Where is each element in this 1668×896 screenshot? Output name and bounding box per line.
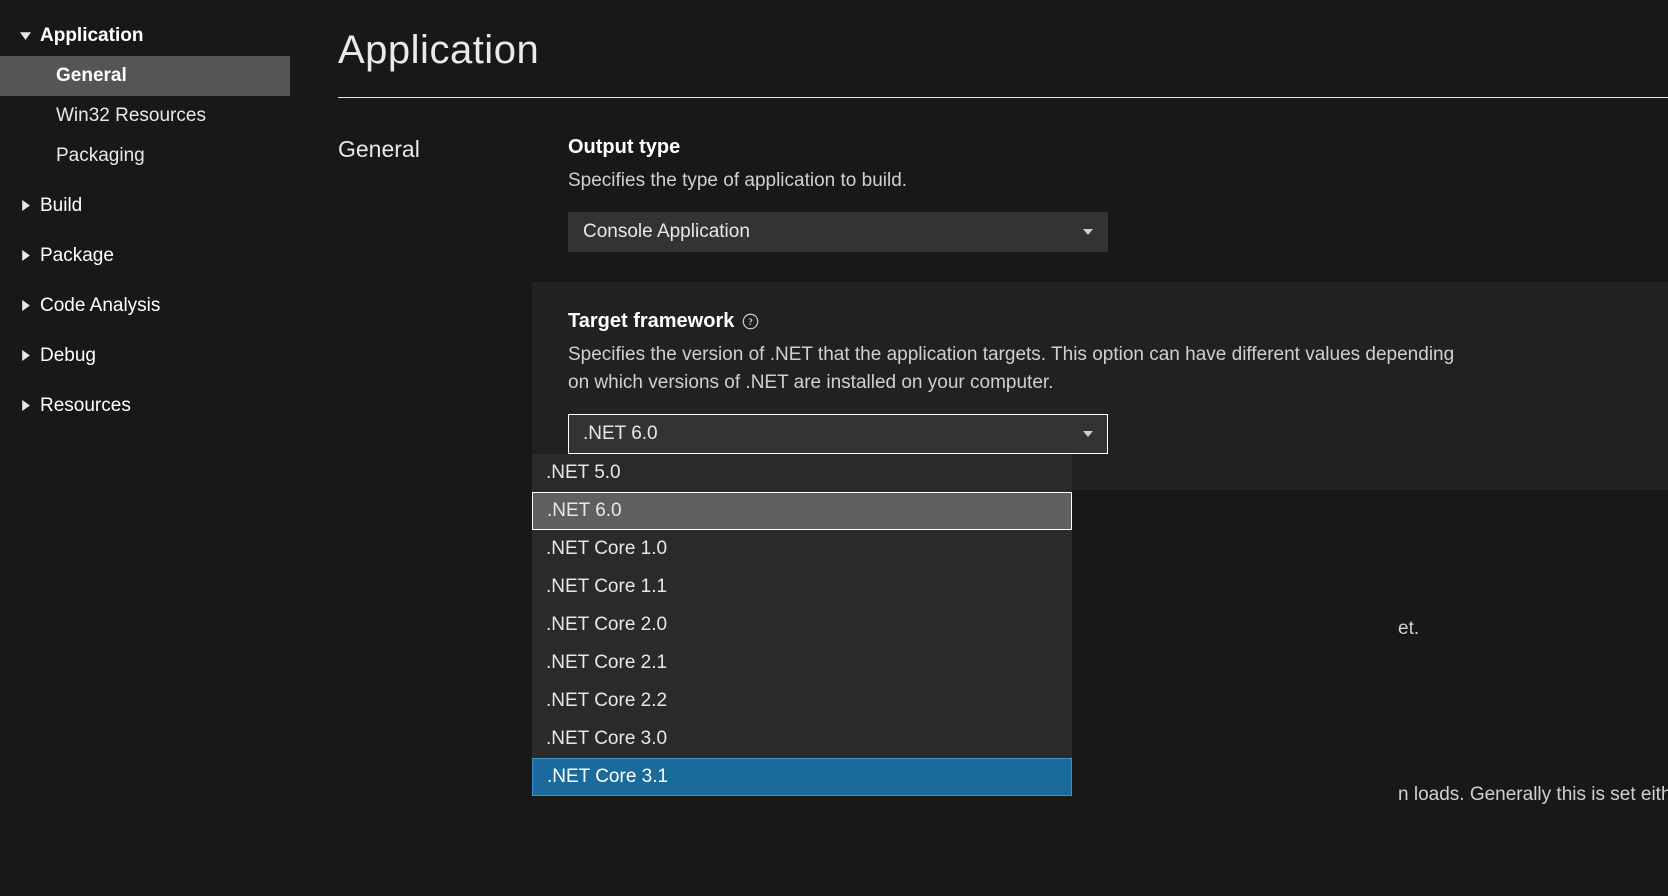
framework-option[interactable]: .NET 6.0 bbox=[532, 492, 1072, 530]
field-title: Output type bbox=[568, 136, 1668, 159]
chevron-right-icon bbox=[20, 245, 36, 267]
field-desc: Specifies the version of .NET that the a… bbox=[568, 341, 1468, 398]
sidebar-item-packaging[interactable]: Packaging bbox=[0, 136, 290, 176]
nav-group-debug[interactable]: Debug bbox=[0, 336, 290, 376]
field-title: Target framework ? bbox=[568, 310, 1632, 333]
obscured-text-fragment: n loads. Generally this is set either to bbox=[1398, 784, 1668, 806]
nav-item-label: Debug bbox=[40, 345, 96, 367]
nav-item-label: Package bbox=[40, 245, 114, 267]
framework-option[interactable]: .NET Core 2.0 bbox=[532, 606, 1072, 644]
chevron-right-icon bbox=[20, 345, 36, 367]
nav-group-package[interactable]: Package bbox=[0, 236, 290, 276]
page-title: Application bbox=[338, 28, 1668, 73]
svg-text:?: ? bbox=[749, 317, 754, 327]
sidebar-item-label: General bbox=[56, 65, 127, 87]
chevron-right-icon bbox=[20, 395, 36, 417]
nav-item-label: Resources bbox=[40, 395, 131, 417]
chevron-right-icon bbox=[20, 295, 36, 317]
sidebar-item-win32-resources[interactable]: Win32 Resources bbox=[0, 96, 290, 136]
nav-item-label: Code Analysis bbox=[40, 295, 160, 317]
sidebar-item-label: Win32 Resources bbox=[56, 105, 206, 127]
sidebar-item-general[interactable]: General bbox=[0, 56, 290, 96]
target-framework-select[interactable]: .NET 6.0 bbox=[568, 414, 1108, 454]
chevron-down-icon bbox=[1083, 423, 1093, 445]
nav-group-code-analysis[interactable]: Code Analysis bbox=[0, 286, 290, 326]
nav-group-application[interactable]: Application bbox=[0, 16, 290, 56]
field-title-text: Target framework bbox=[568, 310, 734, 333]
output-type-value: Console Application bbox=[583, 221, 750, 243]
divider bbox=[338, 97, 1668, 98]
field-target-framework: Target framework ? Specifies the version… bbox=[532, 282, 1668, 490]
field-output-type: Output type Specifies the type of applic… bbox=[568, 136, 1668, 252]
framework-option[interactable]: .NET Core 2.1 bbox=[532, 644, 1072, 682]
framework-option[interactable]: .NET 5.0 bbox=[532, 454, 1072, 492]
target-framework-value: .NET 6.0 bbox=[583, 423, 658, 445]
field-desc: Specifies the type of application to bui… bbox=[568, 167, 1468, 196]
chevron-down-icon bbox=[1083, 221, 1093, 243]
framework-option[interactable]: .NET Core 2.2 bbox=[532, 682, 1072, 720]
nav-item-label: Build bbox=[40, 195, 82, 217]
obscured-text-fragment: et. bbox=[1398, 618, 1419, 640]
chevron-right-icon bbox=[20, 195, 36, 217]
chevron-down-icon bbox=[20, 25, 36, 47]
target-framework-listbox[interactable]: .NET 5.0.NET 6.0.NET Core 1.0.NET Core 1… bbox=[532, 454, 1072, 796]
sidebar-item-label: Packaging bbox=[56, 145, 145, 167]
nav-group-build[interactable]: Build bbox=[0, 186, 290, 226]
framework-option[interactable]: .NET Core 3.0 bbox=[532, 720, 1072, 758]
framework-option[interactable]: .NET Core 1.0 bbox=[532, 530, 1072, 568]
nav-group-resources[interactable]: Resources bbox=[0, 386, 290, 426]
output-type-select[interactable]: Console Application bbox=[568, 212, 1108, 252]
help-icon[interactable]: ? bbox=[742, 313, 759, 330]
fields: Output type Specifies the type of applic… bbox=[568, 136, 1668, 510]
section-general: General Output type Specifies the type o… bbox=[338, 136, 1668, 510]
main-content: Application General Output type Specifie… bbox=[290, 0, 1668, 896]
framework-option[interactable]: .NET Core 1.1 bbox=[532, 568, 1072, 606]
sidebar: Application General Win32 Resources Pack… bbox=[0, 0, 290, 896]
framework-option[interactable]: .NET Core 3.1 bbox=[532, 758, 1072, 796]
nav-group-application-label: Application bbox=[40, 25, 143, 47]
